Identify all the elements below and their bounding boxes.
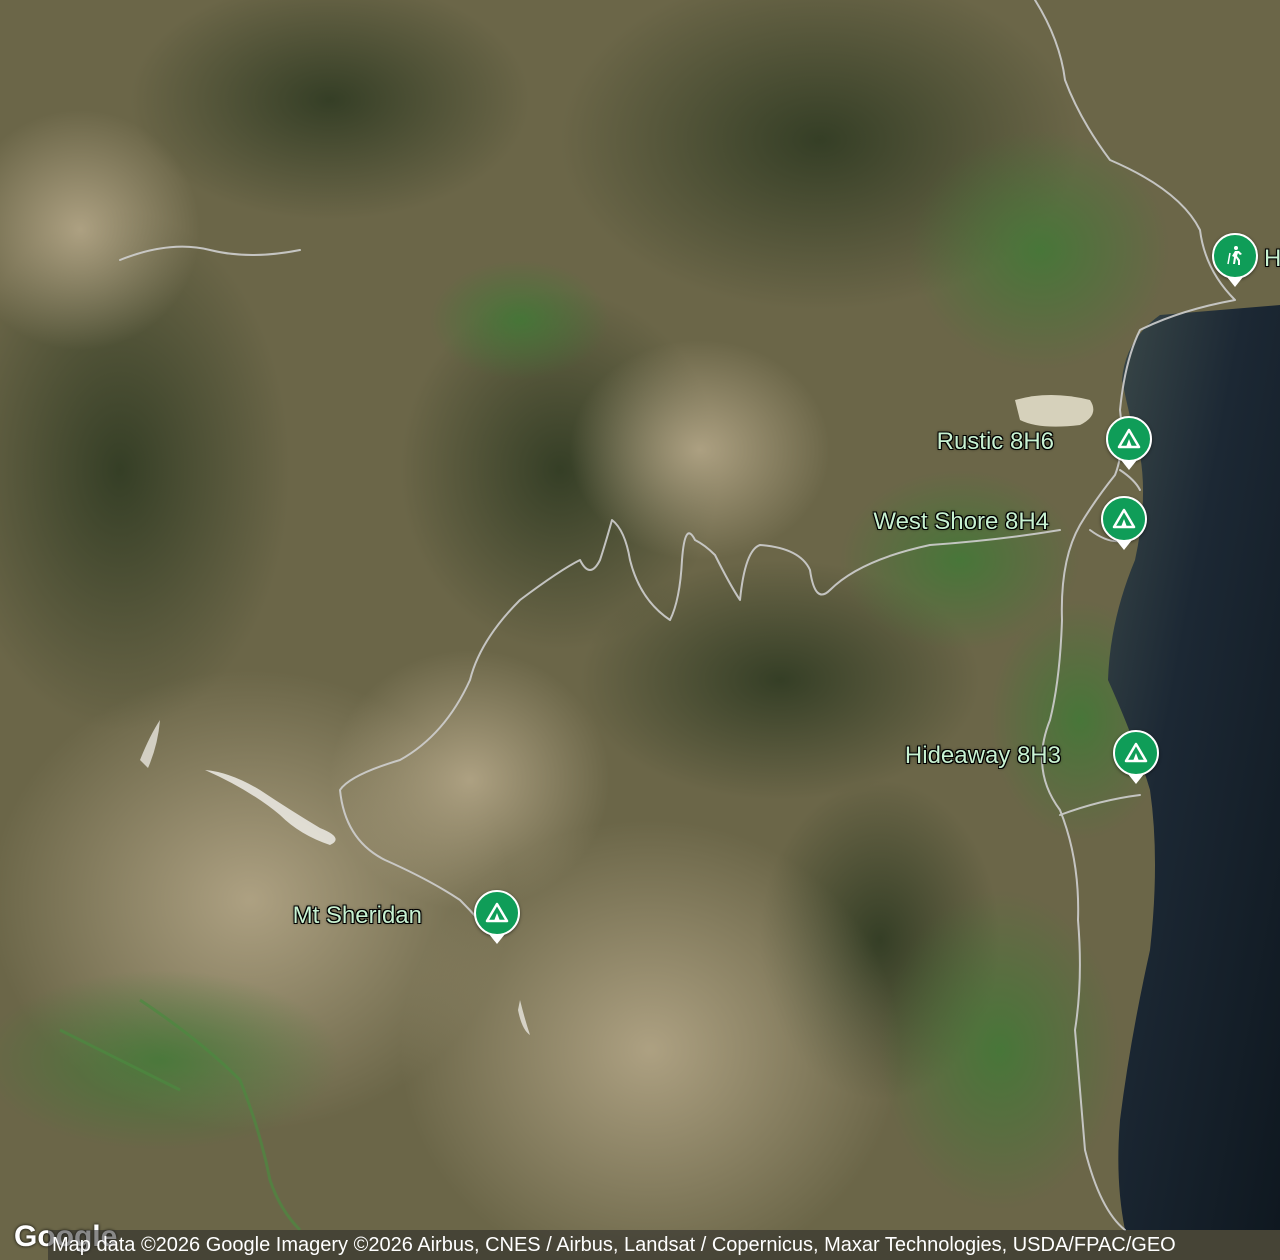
campground-icon	[474, 890, 520, 936]
campground-icon	[1106, 416, 1152, 462]
marker-label: H	[1264, 245, 1280, 272]
campground-icon	[1113, 730, 1159, 776]
pin-tip	[1227, 277, 1243, 287]
pin-tip	[1121, 460, 1137, 470]
marker-label: Mt Sheridan	[292, 902, 422, 929]
marker-label: Rustic 8H6	[936, 428, 1054, 455]
marker-label: Hideaway 8H3	[904, 742, 1061, 769]
pin-tip	[1116, 540, 1132, 550]
hiker-icon	[1212, 233, 1258, 279]
map-attribution[interactable]: Map data ©2026 Google Imagery ©2026 Airb…	[48, 1230, 1280, 1260]
marker-label: West Shore 8H4	[873, 508, 1049, 535]
satellite-map[interactable]	[0, 0, 1280, 1260]
pin-tip	[489, 934, 505, 944]
campground-icon	[1101, 496, 1147, 542]
pin-tip	[1128, 774, 1144, 784]
